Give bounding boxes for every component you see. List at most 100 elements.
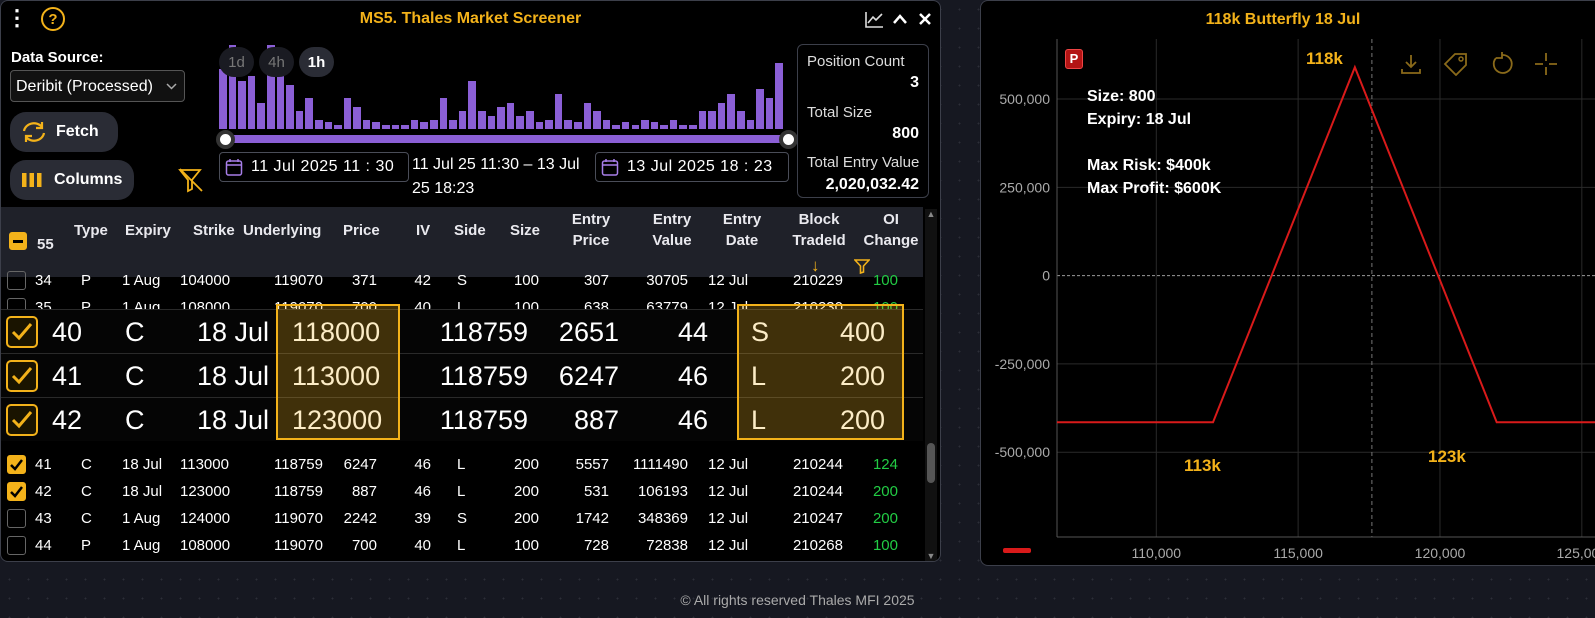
chart-icon[interactable] xyxy=(863,9,885,31)
col-entry-value-line-2: Value xyxy=(652,232,692,249)
fetch-label: Fetch xyxy=(56,123,99,140)
histogram-bar xyxy=(689,125,697,129)
end-date-value: 13 Jul 2025 18 : 23 xyxy=(627,158,773,175)
histogram-bar xyxy=(382,125,390,129)
scroll-down-icon[interactable]: ▼ xyxy=(925,551,937,561)
data-source-value: Deribit (Processed) xyxy=(16,78,153,95)
table-row[interactable]: 41 C 18 Jul 113000 118759 6247 46 L 200 5557 11114… xyxy=(1,451,923,478)
row-checkbox[interactable] xyxy=(7,509,26,528)
col-entry-date[interactable]: Entry Date xyxy=(717,209,767,251)
histogram-bar xyxy=(468,81,476,129)
col-block-tradeid[interactable]: Block TradeId xyxy=(787,209,851,251)
histogram-bar xyxy=(257,103,265,129)
col-iv[interactable]: IV xyxy=(416,220,430,241)
market-screener-panel: ⋮ ? MS5. Thales Market Screener Data Sou… xyxy=(0,0,941,562)
timeframe-1h[interactable]: 1h xyxy=(299,47,334,77)
row-checkbox[interactable] xyxy=(7,482,26,501)
timeframe-1d[interactable]: 1d xyxy=(219,47,254,77)
cell-underlying: 119070 xyxy=(274,510,323,527)
col-type[interactable]: Type xyxy=(74,220,108,241)
y-tick-label: 250,000 xyxy=(999,179,1050,195)
table-row[interactable]: 34 P 1 Aug 104000 119070 371 42 S 100 307 30705 12 … xyxy=(1,267,923,294)
row-checkbox[interactable] xyxy=(7,536,26,555)
range-text-line-1: 11 Jul 25 11:30 – 13 Jul xyxy=(412,156,580,173)
zoomed-cell-expiry: 18 Jul xyxy=(197,405,270,435)
cell-expiry: 1 Aug xyxy=(122,537,161,554)
cell-side: S xyxy=(457,510,468,527)
cell-expiry: 1 Aug xyxy=(122,272,161,289)
cell-side: L xyxy=(457,483,466,500)
histogram-bar xyxy=(353,107,361,129)
position-count-label: Position Count xyxy=(807,53,905,70)
histogram-bar xyxy=(458,111,467,129)
cell-strike: 124000 xyxy=(180,510,231,527)
histogram-bar xyxy=(391,125,400,129)
end-date-picker[interactable]: 13 Jul 2025 18 : 23 xyxy=(595,152,789,182)
col-price[interactable]: Price xyxy=(343,220,380,241)
zoomed-row-checkbox[interactable] xyxy=(6,404,38,436)
table-row[interactable]: 42 C 18 Jul 123000 118759 887 46 L 200 531 106193 1… xyxy=(1,478,923,505)
cell-entry-value: 72838 xyxy=(646,537,688,554)
scrollbar[interactable]: ▲ ▼ xyxy=(925,209,937,561)
tag-icon[interactable] xyxy=(1442,51,1470,77)
payoff-info: Size: 800 Expiry: 18 Jul Max Risk: $400k… xyxy=(1087,85,1221,200)
col-oi-change[interactable]: OI Change xyxy=(861,209,921,251)
start-date-picker[interactable]: 11 Jul 2025 11 : 30 xyxy=(219,152,409,182)
reset-icon[interactable] xyxy=(1489,51,1515,77)
data-source-label: Data Source: xyxy=(11,49,104,66)
col-size[interactable]: Size xyxy=(510,220,540,241)
zoomed-cell-price: 2651 xyxy=(558,317,619,347)
zoomed-cell-expiry: 18 Jul xyxy=(197,361,270,391)
collapse-icon[interactable] xyxy=(890,8,910,30)
scrollbar-thumb[interactable] xyxy=(927,443,935,483)
table-row[interactable]: 43 C 1 Aug 124000 119070 2242 39 S 200 1742 348369… xyxy=(1,505,923,532)
cell-entry-value: 106193 xyxy=(637,483,688,500)
zoomed-cell-underlying: 118759 xyxy=(439,361,528,391)
zoomed-cell-expiry: 18 Jul xyxy=(197,317,270,347)
total-size-label: Total Size xyxy=(807,104,873,121)
start-date-value: 11 Jul 2025 11 : 30 xyxy=(251,158,395,175)
col-strike[interactable]: Strike xyxy=(193,220,235,241)
col-side[interactable]: Side xyxy=(454,220,486,241)
col-expiry[interactable]: Expiry xyxy=(125,220,171,241)
range-slider-track[interactable] xyxy=(225,135,789,143)
range-start-handle[interactable] xyxy=(216,130,235,149)
range-end-handle[interactable] xyxy=(779,130,798,149)
cell-underlying: 118759 xyxy=(274,456,323,473)
histogram-bar xyxy=(602,120,611,129)
select-all-checkbox[interactable] xyxy=(9,232,27,250)
timeframe-4h[interactable]: 4h xyxy=(259,47,294,77)
row-checkbox[interactable] xyxy=(7,271,26,290)
row-checkbox[interactable] xyxy=(7,455,26,474)
download-icon[interactable] xyxy=(1399,51,1423,77)
scroll-up-icon[interactable]: ▲ xyxy=(925,209,937,219)
col-entry-price[interactable]: Entry Price xyxy=(566,209,616,251)
cell-price: 6247 xyxy=(343,456,377,473)
histogram-bar xyxy=(708,111,716,129)
cell-oi: 124 xyxy=(872,456,898,473)
clear-filter-icon[interactable] xyxy=(175,165,207,195)
x-tick-label: 115,000 xyxy=(1273,545,1323,561)
histogram-bar xyxy=(660,125,668,129)
table-row[interactable]: 44 P 1 Aug 108000 119070 700 40 L 100 728 72838 12 … xyxy=(1,532,923,559)
y-tick-label: 500,000 xyxy=(999,91,1050,107)
crosshair-icon[interactable] xyxy=(1532,51,1560,77)
cell-price: 2242 xyxy=(343,510,377,527)
y-tick-label: -500,000 xyxy=(995,444,1050,460)
zoomed-cell-type: C xyxy=(125,405,145,435)
columns-button[interactable]: Columns xyxy=(10,160,134,200)
close-icon[interactable] xyxy=(915,8,935,30)
zoomed-row-checkbox[interactable] xyxy=(6,360,38,392)
info-expiry: Expiry: 18 Jul xyxy=(1087,111,1192,128)
legend-swatch[interactable] xyxy=(1003,548,1031,553)
zoomed-row-checkbox[interactable] xyxy=(6,316,38,348)
payoff-panel: 118k Butterfly 18 Jul 500,000 250,000 0 -25… xyxy=(980,0,1595,566)
col-underlying[interactable]: Underlying xyxy=(243,220,321,241)
col-entry-value[interactable]: Entry Value xyxy=(647,209,697,251)
zoomed-cell-id: 41 xyxy=(52,361,83,391)
histogram-bar xyxy=(593,111,601,129)
select-count: 55 xyxy=(37,236,54,253)
cell-strike: 123000 xyxy=(180,483,231,500)
data-source-select[interactable]: Deribit (Processed) xyxy=(10,70,185,102)
fetch-button[interactable]: Fetch xyxy=(10,112,118,152)
